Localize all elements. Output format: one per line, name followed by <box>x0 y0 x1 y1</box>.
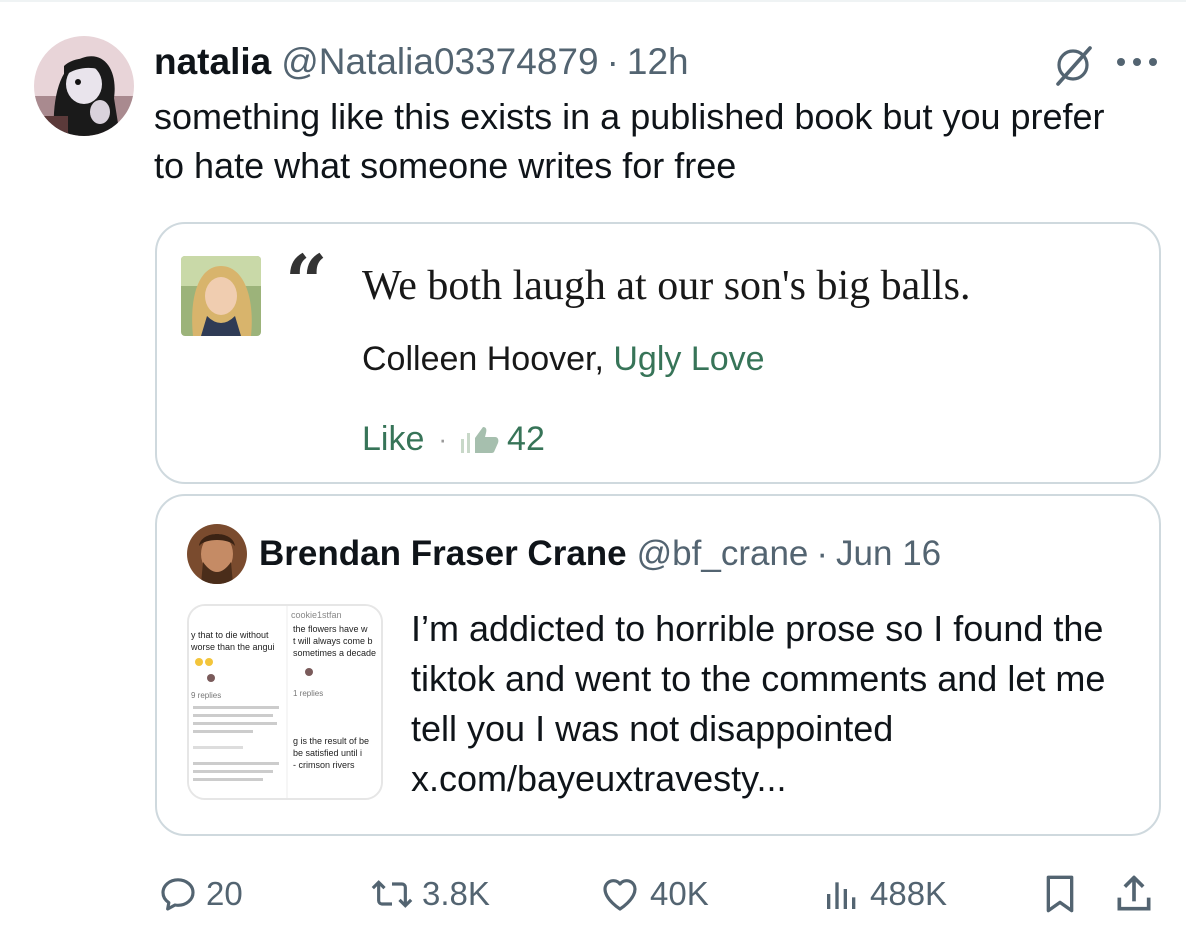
header-separator: · <box>606 41 619 82</box>
heart-icon <box>603 879 637 911</box>
thumb-right-line-2: t will always come b <box>293 636 373 646</box>
post-header: natalia @Natalia03374879 · 12h <box>154 40 689 84</box>
views-icon <box>827 882 856 909</box>
author-handle[interactable]: @Natalia03374879 <box>281 40 598 84</box>
share-button[interactable] <box>1112 866 1164 922</box>
embedded-header-separator: · <box>816 534 829 573</box>
more-icon[interactable] <box>1112 52 1162 72</box>
quote-like-button[interactable]: Like <box>362 420 424 459</box>
quote-attribution: Colleen Hoover, Ugly Love <box>362 340 765 379</box>
embedded-author-handle[interactable]: @bf_crane <box>637 534 809 574</box>
repost-button[interactable]: 3.8K <box>370 866 490 922</box>
thumb-right2-line-2: be satisfied until i <box>293 748 362 758</box>
grok-icon[interactable] <box>1050 44 1096 86</box>
reply-icon <box>161 878 195 911</box>
embedded-post-date[interactable]: Jun 16 <box>836 534 941 574</box>
thumb-user: cookie1stfan <box>291 610 342 620</box>
like-button[interactable]: 40K <box>598 866 709 922</box>
thumb-right-line-1: the flowers have w <box>293 624 368 634</box>
quote-like-row: Like · 42 <box>362 420 545 459</box>
reply-button[interactable]: 20 <box>158 866 243 922</box>
embedded-author-avatar[interactable] <box>187 524 247 584</box>
author-name[interactable]: natalia <box>154 40 271 84</box>
bookmark-button[interactable] <box>1040 866 1088 922</box>
thumb-replies-a: 9 replies <box>191 691 221 700</box>
author-avatar[interactable] <box>34 36 134 136</box>
top-divider <box>0 0 1186 2</box>
thumb-left-line-2: worse than the angui <box>190 642 275 652</box>
bookmark-icon <box>1046 875 1074 913</box>
views-count: 488K <box>870 875 948 912</box>
quote-image-card[interactable]: “ We both laugh at our son's big balls. … <box>155 222 1161 484</box>
quote-mark: “ <box>285 240 328 326</box>
repost-icon <box>371 880 413 908</box>
action-bar: 20 3.8K 40K 488K <box>0 866 1186 922</box>
quote-author-photo <box>181 256 261 336</box>
thumbs-up-icon <box>461 426 499 453</box>
embedded-post-card[interactable]: Brendan Fraser Crane @bf_crane · Jun 16 … <box>155 494 1161 836</box>
thumb-replies-b: 1 replies <box>293 689 323 698</box>
thumb-right2-line-3: - crimson rivers <box>293 760 355 770</box>
repost-count: 3.8K <box>422 875 490 912</box>
embedded-post-body: I’m addicted to horrible prose so I foun… <box>411 608 1106 749</box>
embedded-post-text: I’m addicted to horrible prose so I foun… <box>411 604 1141 804</box>
views-button[interactable]: 488K <box>822 866 947 922</box>
embedded-post-thumbnail[interactable]: cookie1stfan the flowers have w t will a… <box>187 604 383 800</box>
thumb-right2-line-1: g is the result of be <box>293 736 369 746</box>
quote-like-separator: · <box>438 424 448 454</box>
post-time[interactable]: 12h <box>627 40 689 84</box>
embedded-post-header: Brendan Fraser Crane @bf_crane · Jun 16 <box>259 534 941 574</box>
quote-book-link[interactable]: Ugly Love <box>613 340 764 378</box>
embedded-author-name[interactable]: Brendan Fraser Crane <box>259 534 627 574</box>
quote-text: We both laugh at our son's big balls. <box>362 263 971 309</box>
embedded-post-link[interactable]: x.com/bayeuxtravesty... <box>411 758 786 799</box>
thumb-right-line-3: sometimes a decade <box>293 648 376 658</box>
post-text: something like this exists in a publishe… <box>154 96 1105 186</box>
quote-like-count: 42 <box>507 420 545 458</box>
like-count: 40K <box>650 875 709 912</box>
reply-count: 20 <box>206 875 243 912</box>
quote-author: Colleen Hoover, <box>362 340 604 378</box>
share-icon <box>1117 875 1151 911</box>
thumb-left-line-1: y that to die without <box>191 630 269 640</box>
